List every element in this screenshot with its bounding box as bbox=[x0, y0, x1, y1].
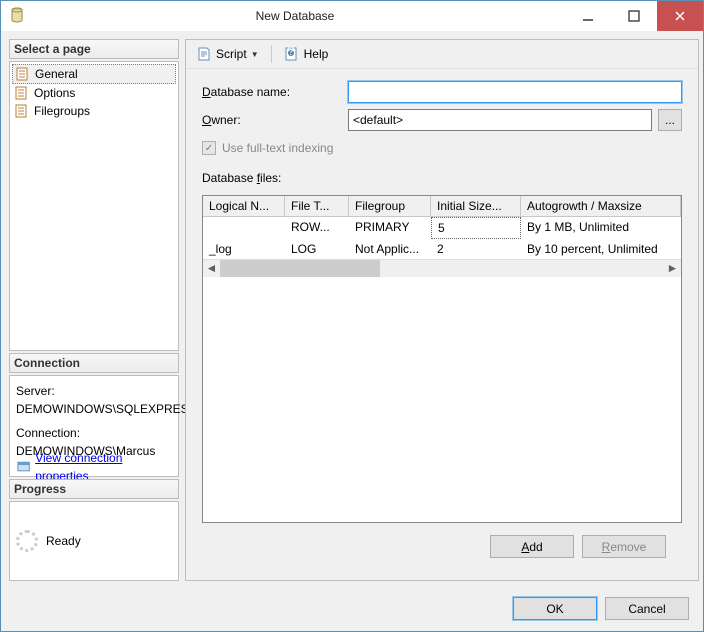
cell-autogrow: By 10 percent, Unlimited bbox=[521, 239, 681, 259]
cell-initsize: 2 bbox=[431, 239, 521, 259]
app-icon bbox=[9, 7, 25, 26]
cell-initsize[interactable]: 5 bbox=[431, 217, 521, 239]
cell-filetype: ROW... bbox=[285, 217, 349, 239]
owner-browse-button[interactable]: ... bbox=[658, 109, 682, 131]
progress-spinner-icon bbox=[16, 530, 38, 552]
help-button[interactable]: ? Help bbox=[280, 44, 333, 64]
page-label: Filegroups bbox=[34, 104, 90, 118]
col-logical[interactable]: Logical N... bbox=[203, 196, 285, 217]
owner-input[interactable] bbox=[348, 109, 652, 131]
progress-panel: Ready bbox=[9, 501, 179, 581]
server-value: DEMOWINDOWS\SQLEXPRESS bbox=[16, 400, 172, 418]
help-icon: ? bbox=[284, 46, 300, 62]
cell-filetype: LOG bbox=[285, 239, 349, 259]
cell-filegroup: PRIMARY bbox=[349, 217, 431, 239]
col-filetype[interactable]: File T... bbox=[285, 196, 349, 217]
horizontal-scrollbar[interactable]: ◄ ► bbox=[203, 259, 681, 276]
ok-button[interactable]: OK bbox=[513, 597, 597, 620]
page-item-filegroups[interactable]: Filegroups bbox=[12, 102, 176, 120]
select-page-header: Select a page bbox=[9, 39, 179, 59]
check-icon: ✓ bbox=[205, 143, 213, 154]
page-item-general[interactable]: General bbox=[12, 64, 176, 84]
fulltext-label: Use full-text indexing bbox=[222, 141, 333, 155]
scroll-right-icon[interactable]: ► bbox=[664, 260, 681, 277]
window-title: New Database bbox=[25, 9, 565, 23]
dialog-buttons: OK Cancel bbox=[1, 589, 703, 628]
progress-header: Progress bbox=[9, 479, 179, 499]
dbname-label: Database name: bbox=[202, 85, 342, 99]
scroll-thumb[interactable] bbox=[220, 260, 380, 277]
progress-status: Ready bbox=[46, 534, 81, 548]
toolbar-divider bbox=[271, 45, 272, 63]
script-button[interactable]: Script ▼ bbox=[192, 44, 263, 64]
connection-props-icon bbox=[16, 459, 31, 475]
page-label: Options bbox=[34, 86, 75, 100]
connection-panel: Server: DEMOWINDOWS\SQLEXPRESS Connectio… bbox=[9, 375, 179, 477]
help-label: Help bbox=[304, 47, 329, 61]
owner-label: Owner: bbox=[202, 113, 342, 127]
scroll-left-icon[interactable]: ◄ bbox=[203, 260, 220, 277]
table-row[interactable]: _log LOG Not Applic... 2 By 10 percent, … bbox=[203, 239, 681, 259]
page-label: General bbox=[35, 67, 78, 81]
table-row[interactable]: ROW... PRIMARY 5 By 1 MB, Unlimited bbox=[203, 217, 681, 239]
dbname-input[interactable] bbox=[348, 81, 682, 103]
page-icon bbox=[14, 103, 30, 119]
page-item-options[interactable]: Options bbox=[12, 84, 176, 102]
grid-header: Logical N... File T... Filegroup Initial… bbox=[203, 196, 681, 217]
svg-text:?: ? bbox=[287, 46, 294, 58]
cancel-button[interactable]: Cancel bbox=[605, 597, 689, 620]
page-icon bbox=[14, 85, 30, 101]
cell-logical: _log bbox=[203, 239, 285, 259]
minimize-button[interactable] bbox=[565, 1, 611, 31]
content-panel: Script ▼ ? Help Database name: Owner: ..… bbox=[185, 39, 699, 581]
cell-autogrow: By 1 MB, Unlimited bbox=[521, 217, 681, 239]
page-list: General Options Filegroups bbox=[9, 61, 179, 351]
col-filegroup[interactable]: Filegroup bbox=[349, 196, 431, 217]
files-grid[interactable]: Logical N... File T... Filegroup Initial… bbox=[202, 195, 682, 523]
script-icon bbox=[196, 46, 212, 62]
remove-button: Remove bbox=[582, 535, 666, 558]
maximize-button[interactable] bbox=[611, 1, 657, 31]
dropdown-arrow-icon: ▼ bbox=[251, 50, 259, 59]
cell-logical bbox=[203, 217, 285, 239]
server-label: Server: bbox=[16, 382, 172, 400]
script-label: Script bbox=[216, 47, 247, 61]
col-initsize[interactable]: Initial Size... bbox=[431, 196, 521, 217]
toolbar: Script ▼ ? Help bbox=[186, 40, 698, 69]
cell-filegroup: Not Applic... bbox=[349, 239, 431, 259]
col-autogrow[interactable]: Autogrowth / Maxsize bbox=[521, 196, 681, 217]
dbfiles-label: Database files: bbox=[202, 171, 682, 185]
titlebar: New Database bbox=[1, 1, 703, 31]
add-button[interactable]: Add bbox=[490, 535, 574, 558]
fulltext-checkbox: ✓ bbox=[202, 141, 216, 155]
scroll-track[interactable] bbox=[220, 260, 664, 277]
connection-header: Connection bbox=[9, 353, 179, 373]
close-button[interactable] bbox=[657, 1, 703, 31]
connection-label: Connection: bbox=[16, 424, 172, 442]
page-icon bbox=[15, 66, 31, 82]
